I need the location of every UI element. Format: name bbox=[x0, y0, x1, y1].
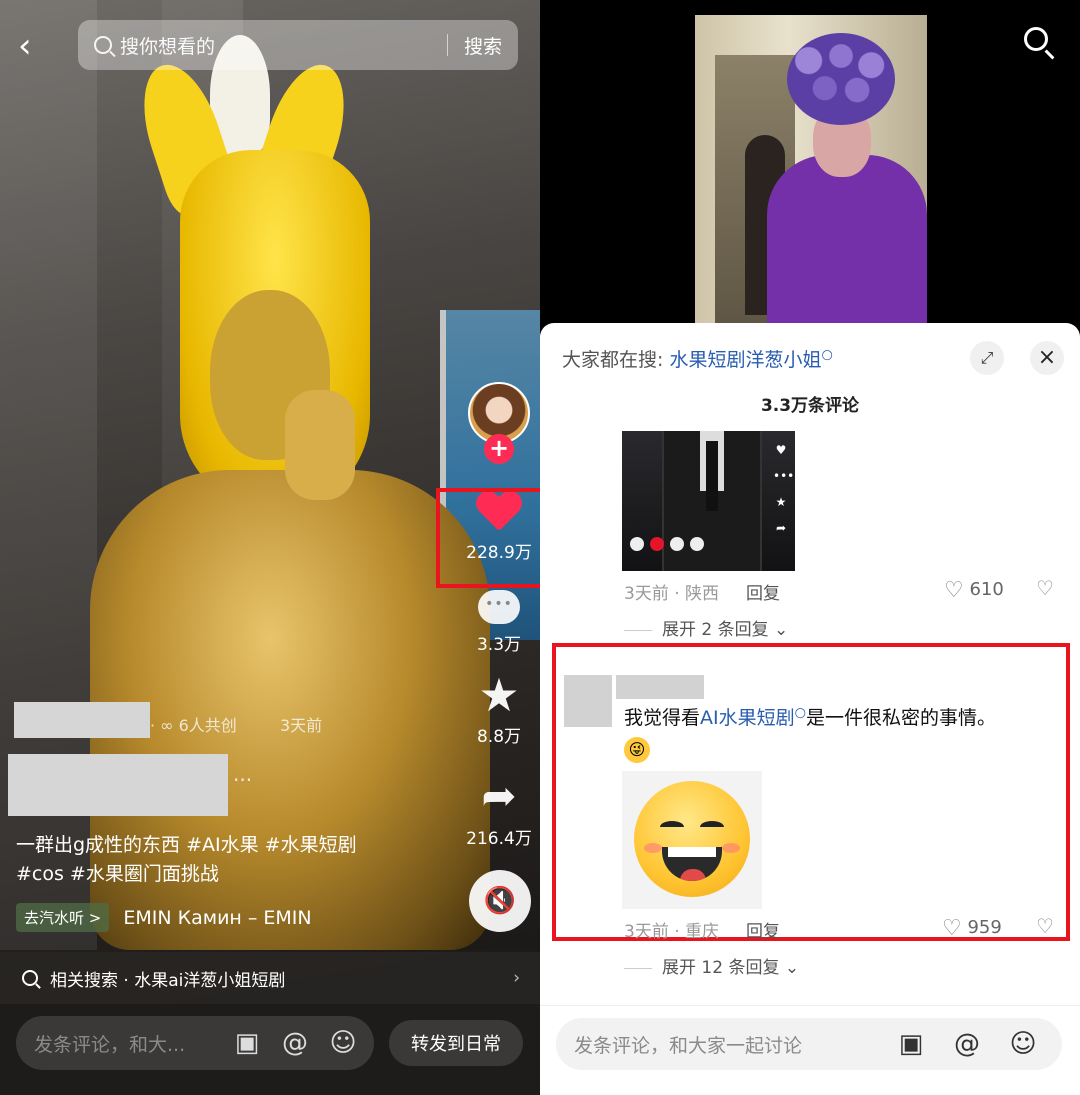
expand-replies[interactable]: 展开 2 条回复 ⌄ bbox=[624, 615, 788, 640]
related-search-text: 相关搜索 · 水果ai洋葱小姐短剧 bbox=[50, 970, 286, 991]
purple-suit bbox=[767, 155, 927, 335]
comment-meta: 3天前 · 重庆 bbox=[624, 922, 720, 942]
comment-sheet: 大家都在搜: 水果短剧洋葱小姐○ ⤢ × 3.3万条评论 ♥ ••• ★ ➦ 3天前 … bbox=[540, 323, 1080, 1095]
follow-button[interactable]: + bbox=[484, 434, 514, 464]
caption-line-1: 一群出g成性的东西 #AI水果 #水果短剧 bbox=[16, 834, 357, 856]
at-icon[interactable]: @ bbox=[278, 1026, 312, 1060]
search-button[interactable]: 搜索 bbox=[448, 32, 518, 59]
comment-keyword-link[interactable]: AI水果短剧 bbox=[700, 707, 795, 729]
post-time: 3天前 bbox=[280, 716, 323, 735]
music-row[interactable]: 去汽水听 > EMIN Камин – EMIN bbox=[16, 903, 312, 932]
comment-icon bbox=[478, 590, 520, 624]
share-button[interactable]: ➦ 216.4万 bbox=[460, 771, 538, 850]
mute-icon[interactable]: 🔇 bbox=[469, 870, 531, 932]
trending-search[interactable]: 大家都在搜: 水果短剧洋葱小姐○ bbox=[562, 345, 833, 372]
reply-button[interactable]: 回复 bbox=[746, 917, 780, 942]
trending-prefix: 大家都在搜: bbox=[562, 349, 664, 371]
blurred-title bbox=[8, 754, 228, 816]
search-icon bbox=[94, 36, 112, 54]
trending-keyword[interactable]: 水果短剧洋葱小姐 bbox=[669, 349, 821, 371]
grape-wig bbox=[787, 33, 895, 125]
caption-line-2: #cos #水果圈门面挑战 bbox=[16, 863, 219, 885]
expand-icon[interactable]: ⤢ bbox=[970, 341, 1004, 375]
blurred-commenter-avatar[interactable] bbox=[564, 675, 612, 727]
heart-icon: ♡ bbox=[944, 578, 964, 603]
grin-sticker[interactable] bbox=[622, 771, 762, 909]
image-icon[interactable]: ▣ bbox=[230, 1026, 264, 1060]
search-bar[interactable]: 搜你想看的 搜索 bbox=[78, 20, 518, 70]
likes-highlight-box bbox=[436, 488, 540, 588]
comment-like[interactable]: ♡ 610 bbox=[944, 578, 1004, 603]
comments-panel: 大家都在搜: 水果短剧洋葱小姐○ ⤢ × 3.3万条评论 ♥ ••• ★ ➦ 3天前 … bbox=[540, 0, 1080, 1095]
comment-like-count: 959 bbox=[967, 917, 1002, 938]
dislike-icon[interactable]: ♡ bbox=[1034, 915, 1056, 937]
heart-icon: ♡ bbox=[942, 916, 962, 941]
comment-count-title: 3.3万条评论 bbox=[760, 396, 860, 416]
cocreate-label: · ∞ 6人共创 bbox=[150, 716, 237, 735]
comment-placeholder[interactable]: 发条评论，和大... bbox=[34, 1030, 230, 1057]
expand-replies[interactable]: 展开 12 条回复 ⌄ bbox=[624, 953, 799, 978]
music-song[interactable]: EMIN Камин – EMIN bbox=[123, 907, 311, 929]
comment-input-bar: 发条评论，和大家一起讨论 ▣ @ ☺ bbox=[540, 1005, 1080, 1095]
comment-placeholder[interactable]: 发条评论，和大家一起讨论 bbox=[574, 1031, 894, 1058]
search-icon: ○ bbox=[821, 347, 833, 363]
caption-more[interactable]: ... bbox=[233, 762, 252, 786]
star-icon: ★ bbox=[478, 668, 520, 722]
share-count: 216.4万 bbox=[466, 829, 532, 849]
video-player-panel: ‹ 搜你想看的 搜索 + 228.9万 3.3万 ★ 8.8万 ➦ 216.4万… bbox=[0, 0, 540, 1095]
search-icon bbox=[22, 970, 38, 986]
emoji-icon[interactable]: ☺ bbox=[326, 1026, 360, 1060]
image-icon[interactable]: ▣ bbox=[894, 1027, 928, 1061]
comment-button[interactable]: 3.3万 bbox=[460, 590, 538, 655]
music-app-tag[interactable]: 去汽水听 > bbox=[16, 903, 110, 932]
video-caption: 一群出g成性的东西 #AI水果 #水果短剧 #cos #水果圈门面挑战 bbox=[16, 831, 436, 889]
share-icon: ➦ bbox=[481, 771, 517, 820]
emoji-icon[interactable]: ☺ bbox=[1006, 1027, 1040, 1061]
comment-input[interactable]: 发条评论，和大家一起讨论 ▣ @ ☺ bbox=[556, 1018, 1062, 1070]
video-preview[interactable] bbox=[695, 15, 927, 335]
search-icon[interactable] bbox=[1024, 27, 1060, 63]
comment-like-count: 610 bbox=[969, 579, 1004, 600]
close-icon[interactable]: × bbox=[1030, 341, 1064, 375]
dislike-icon[interactable]: ♡ bbox=[1034, 577, 1056, 599]
thumbnail-actions: ♥ ••• ★ ➦ bbox=[773, 443, 795, 535]
comment-text: 我觉得看AI水果短剧○是一件很私密的事情。 bbox=[624, 705, 996, 729]
related-search-bar[interactable]: 相关搜索 · 水果ai洋葱小姐短剧 › bbox=[0, 952, 540, 1004]
comment-video-thumbnail[interactable]: ♥ ••• ★ ➦ bbox=[622, 431, 795, 571]
favorite-count: 8.8万 bbox=[476, 727, 522, 747]
comment-like[interactable]: ♡ 959 bbox=[942, 916, 1002, 941]
chevron-right-icon: › bbox=[513, 968, 520, 988]
comment-count: 3.3万 bbox=[476, 635, 522, 655]
back-arrow-icon[interactable]: ‹ bbox=[18, 28, 48, 64]
favorite-button[interactable]: ★ 8.8万 bbox=[460, 672, 538, 747]
search-icon: ○ bbox=[794, 705, 806, 721]
wink-emoji-icon: 😜 bbox=[624, 737, 650, 763]
reply-button[interactable]: 回复 bbox=[746, 579, 780, 604]
comment-input[interactable]: 发条评论，和大... ▣ @ ☺ bbox=[16, 1016, 374, 1070]
blurred-commenter-name[interactable] bbox=[616, 675, 704, 699]
thumbnail-avatars bbox=[630, 537, 704, 551]
repost-button[interactable]: 转发到日常 bbox=[389, 1020, 523, 1066]
blurred-author-name bbox=[14, 702, 150, 738]
performer-hand bbox=[285, 390, 355, 500]
at-icon[interactable]: @ bbox=[950, 1027, 984, 1061]
search-input[interactable]: 搜你想看的 bbox=[120, 32, 447, 59]
comment-meta: 3天前 · 陕西 bbox=[624, 584, 720, 604]
